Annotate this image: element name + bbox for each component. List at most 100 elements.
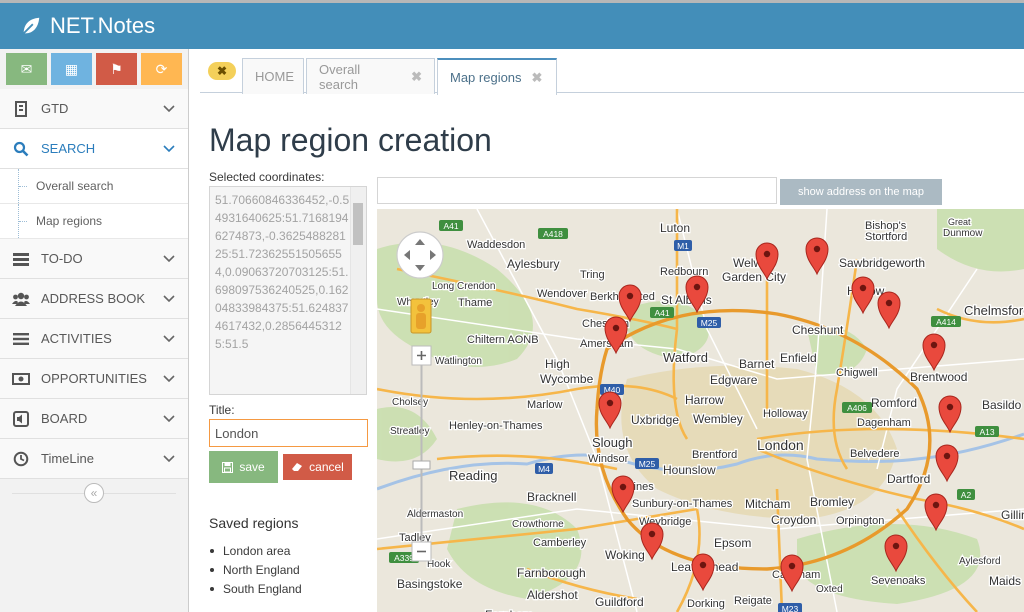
navbar: NET.Notes bbox=[0, 0, 1024, 49]
speaker-icon bbox=[12, 410, 30, 428]
sidebar-item-todo[interactable]: TO-DO bbox=[0, 239, 188, 279]
map-place-label: Mitcham bbox=[745, 497, 790, 511]
saved-region-item[interactable]: North England bbox=[209, 560, 302, 579]
map-place-label: Slough bbox=[592, 435, 632, 450]
sidebar-item-label: ACTIVITIES bbox=[41, 331, 112, 346]
calendar-icon: ▦ bbox=[64, 60, 79, 77]
refresh-shortcut-button[interactable]: ⟳ bbox=[141, 53, 182, 85]
road-shield: A414 bbox=[931, 316, 961, 327]
calendar-shortcut-button[interactable]: ▦ bbox=[51, 53, 92, 85]
double-chevron-left-icon[interactable]: « bbox=[84, 483, 104, 503]
map-place-label: Barnet bbox=[739, 357, 775, 371]
address-input[interactable] bbox=[377, 177, 777, 204]
sidebar-item-activities[interactable]: ACTIVITIES bbox=[0, 319, 188, 359]
map-place-label: Brentwood bbox=[910, 370, 967, 384]
map-place-label: Croydon bbox=[771, 513, 816, 527]
coordinates-scrollbar-thumb[interactable] bbox=[353, 203, 363, 245]
road-shield-label: M25 bbox=[639, 459, 656, 469]
map-place-label: Chiltern AONB bbox=[467, 334, 539, 346]
chevron-down-icon bbox=[163, 105, 175, 113]
road-shield: A406 bbox=[842, 402, 872, 413]
tab-label: Map regions bbox=[450, 70, 522, 85]
save-button[interactable]: save bbox=[209, 451, 278, 483]
map-place-label: Luton bbox=[660, 221, 690, 235]
map[interactable]: Luton Bishop's Stortford Great Dunmow Waddesd… bbox=[377, 209, 1024, 612]
street-view-pegman-icon[interactable] bbox=[410, 298, 432, 334]
map-place-label: Belvedere bbox=[850, 448, 900, 460]
saved-region-label: London area bbox=[223, 543, 291, 558]
sidebar-subitem-map-regions[interactable]: Map regions bbox=[0, 204, 188, 239]
refresh-icon: ⟳ bbox=[155, 60, 168, 77]
saved-regions-heading: Saved regions bbox=[209, 515, 299, 531]
sidebar-item-label: SEARCH bbox=[41, 141, 96, 156]
road-shield-label: M1 bbox=[677, 241, 689, 251]
map-place-label: Streatley bbox=[390, 426, 429, 437]
sidebar-item-board[interactable]: BOARD bbox=[0, 399, 188, 439]
building-icon bbox=[12, 100, 30, 118]
sidebar-item-label: ADDRESS BOOK bbox=[41, 291, 146, 306]
coordinates-label: Selected coordinates: bbox=[209, 170, 325, 184]
coordinates-textarea[interactable]: 51.70660846336452,-0.54931640625:51.7168… bbox=[209, 186, 367, 395]
mail-shortcut-button[interactable]: ✉ bbox=[6, 53, 47, 85]
sidebar-item-gtd[interactable]: GTD bbox=[0, 89, 188, 129]
tab-map-regions[interactable]: Map regions ✖ bbox=[437, 58, 557, 95]
eraser-icon bbox=[292, 463, 303, 471]
search-icon bbox=[12, 140, 30, 158]
sidebar-shortcuts: ✉ ▦ ⚑ ⟳ bbox=[0, 49, 188, 89]
road-shield: A418 bbox=[538, 228, 568, 239]
map-place-label: Woking bbox=[605, 548, 645, 562]
map-place-label: Great bbox=[948, 217, 971, 227]
list-icon bbox=[12, 330, 30, 348]
road-shield-label: A418 bbox=[543, 229, 563, 239]
map-place-label: Aylesbury bbox=[507, 257, 559, 271]
chevron-down-icon bbox=[163, 455, 175, 463]
map-place-label: Farnborough bbox=[517, 566, 586, 580]
sidebar-subitem-overall-search[interactable]: Overall search bbox=[0, 169, 188, 204]
saved-region-item[interactable]: South England bbox=[209, 579, 302, 598]
sidebar-item-label: TimeLine bbox=[41, 451, 94, 466]
close-icon[interactable]: ✖ bbox=[532, 70, 543, 86]
saved-region-item[interactable]: London area bbox=[209, 541, 302, 560]
map-place-label: Harrow bbox=[685, 393, 724, 407]
sidebar-item-opportunities[interactable]: OPPORTUNITIES bbox=[0, 359, 188, 399]
map-place-label: Cholsey bbox=[392, 397, 428, 408]
map-place-label: Hounslow bbox=[663, 463, 716, 477]
map-place-label: Long Crendon bbox=[432, 281, 495, 292]
map-place-label: Aldershot bbox=[527, 588, 578, 602]
cancel-button[interactable]: cancel bbox=[283, 454, 352, 480]
map-pan-control[interactable] bbox=[396, 231, 444, 279]
map-place-label: Dagenham bbox=[857, 417, 911, 429]
map-place-label: Aylesford bbox=[959, 556, 1001, 567]
map-place-label: Uxbridge bbox=[631, 413, 679, 427]
tab-home[interactable]: HOME bbox=[242, 58, 304, 94]
sidebar-item-timeline[interactable]: TimeLine bbox=[0, 439, 188, 479]
road-shield: M25 bbox=[697, 317, 721, 328]
sidebar-item-label: GTD bbox=[41, 101, 69, 116]
sidebar-item-address-book[interactable]: ADDRESS BOOK bbox=[0, 279, 188, 319]
road-shield-label: A41 bbox=[654, 308, 669, 318]
map-place-label: Dunmow bbox=[943, 228, 983, 239]
sidebar-subitem-label: Map regions bbox=[36, 214, 103, 228]
map-place-label: Marlow bbox=[527, 399, 563, 411]
map-place-label: Sawbridgeworth bbox=[839, 256, 925, 270]
sidebar-collapse: « bbox=[0, 479, 188, 507]
bookmark-shortcut-button[interactable]: ⚑ bbox=[96, 53, 137, 85]
map-place-label: Reading bbox=[449, 468, 497, 483]
sidebar-item-search[interactable]: SEARCH bbox=[0, 129, 188, 169]
show-address-button[interactable]: show address on the map bbox=[780, 179, 942, 205]
close-icon[interactable]: ✖ bbox=[411, 69, 422, 85]
map-place-label: Chelmsford bbox=[964, 303, 1024, 318]
road-shield: M25 bbox=[635, 458, 659, 469]
road-shield: A41 bbox=[439, 220, 463, 231]
tab-overall-search[interactable]: Overall search ✖ bbox=[306, 58, 435, 94]
saved-region-label: South England bbox=[223, 581, 302, 596]
road-shield-label: M23 bbox=[782, 604, 799, 612]
map-place-label: Stortford bbox=[865, 231, 907, 243]
page-title: Map region creation bbox=[209, 122, 492, 158]
brand[interactable]: NET.Notes bbox=[20, 13, 155, 39]
road-shield-label: A41 bbox=[443, 221, 458, 231]
close-all-tabs-button[interactable]: ✖ bbox=[208, 62, 236, 80]
map-place-label: Farnham bbox=[485, 608, 533, 612]
map-canvas[interactable]: Luton Bishop'sStortfordGreatDunmowWaddesd… bbox=[377, 209, 1024, 612]
title-input[interactable] bbox=[209, 419, 368, 447]
